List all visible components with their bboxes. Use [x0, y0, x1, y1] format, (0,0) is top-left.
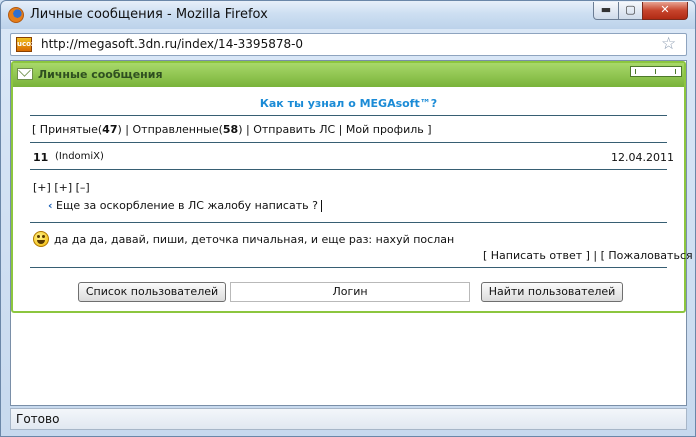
promo-link[interactable]: Как ты узнал о MEGAsoft™? — [13, 97, 684, 110]
sent-link[interactable]: Отправленные(58) — [133, 123, 243, 136]
actions-separator: | — [593, 249, 598, 262]
firefox-icon — [8, 7, 24, 23]
envelope-icon — [17, 68, 33, 80]
user-list-button[interactable]: Список пользователей — [78, 282, 226, 302]
send-message-link[interactable]: Отправить ЛС — [253, 123, 335, 136]
expand-control[interactable]: [+] — [33, 181, 51, 194]
nav-separator: | — [338, 123, 343, 136]
find-users-button[interactable]: Найти пользователей — [481, 282, 623, 302]
write-reply-link[interactable]: [ Написать ответ ] — [483, 249, 590, 262]
collapse-control[interactable]: [–] — [76, 181, 90, 194]
inbox-close: ) — [117, 123, 122, 136]
url-text[interactable]: http://megasoft.3dn.ru/index/14-3395878-… — [41, 37, 303, 51]
sent-count: 58 — [222, 123, 239, 136]
inbox-label: Принятые( — [39, 123, 103, 136]
message-date: 12.04.2011 — [611, 151, 674, 164]
maximize-button[interactable]: ▢ — [618, 2, 643, 20]
divider — [30, 222, 667, 223]
divider — [30, 142, 667, 143]
browser-window: Личные сообщения - Mozilla Firefox ▬ ▢ ✕… — [0, 0, 696, 437]
status-text: Готово — [16, 412, 60, 426]
message-number: 11 — [33, 151, 49, 164]
message-nav: [ Принятые(47) | Отправленные(58) | Отпр… — [32, 123, 432, 136]
resize-handle-icon[interactable] — [630, 66, 682, 77]
quote-arrow-icon: ‹ — [48, 199, 53, 212]
window-title: Личные сообщения - Mozilla Firefox — [30, 7, 268, 22]
messages-panel: Личные сообщения Как ты узнал о MEGAsoft… — [11, 61, 696, 313]
site-favicon: ucoz — [16, 37, 35, 52]
inbox-count: 47 — [102, 123, 118, 136]
message-author[interactable]: (IndomiX) — [55, 151, 104, 162]
sent-close: ) — [238, 123, 243, 136]
divider — [30, 115, 667, 116]
status-bar: Готово — [10, 408, 687, 430]
close-button[interactable]: ✕ — [642, 2, 688, 20]
quote-controls: [+] [+] [–] — [33, 181, 90, 194]
nav-close-bracket: ] — [427, 123, 432, 136]
smiley-icon — [33, 231, 49, 247]
quoted-message: ‹ Еще за оскорбление в ЛС жалобу написат… — [48, 199, 322, 212]
star-icon[interactable]: ☆ — [661, 34, 676, 54]
sent-label: Отправленные( — [132, 123, 223, 136]
nav-separator: | — [246, 123, 250, 136]
my-profile-link[interactable]: Мой профиль — [346, 123, 424, 136]
nav-open-bracket: [ — [32, 123, 37, 136]
divider — [30, 169, 667, 170]
panel-title: Личные сообщения — [38, 68, 163, 81]
login-input[interactable]: Логин — [230, 282, 470, 302]
reply-text: да да да, давай, пиши, деточка пичальная… — [54, 233, 455, 246]
complain-link[interactable]: [ Пожаловаться ] — [601, 249, 696, 262]
minimize-button[interactable]: ▬ — [593, 2, 619, 20]
page-content: Личные сообщения Как ты узнал о MEGAsoft… — [10, 60, 696, 406]
address-bar[interactable]: ucoz http://megasoft.3dn.ru/index/14-339… — [10, 33, 687, 56]
message-actions: [ Написать ответ ] | [ Пожаловаться ] — [483, 249, 696, 262]
text-cursor — [320, 200, 322, 212]
inbox-link[interactable]: Принятые(47) — [40, 123, 122, 136]
expand-control[interactable]: [+] — [54, 181, 72, 194]
nav-separator: | — [125, 123, 129, 136]
panel-header: Личные сообщения — [13, 63, 684, 87]
title-bar[interactable]: Личные сообщения - Mozilla Firefox ▬ ▢ ✕ — [1, 1, 695, 29]
divider — [30, 267, 667, 268]
quote-text: Еще за оскорбление в ЛС жалобу написать … — [56, 199, 318, 212]
